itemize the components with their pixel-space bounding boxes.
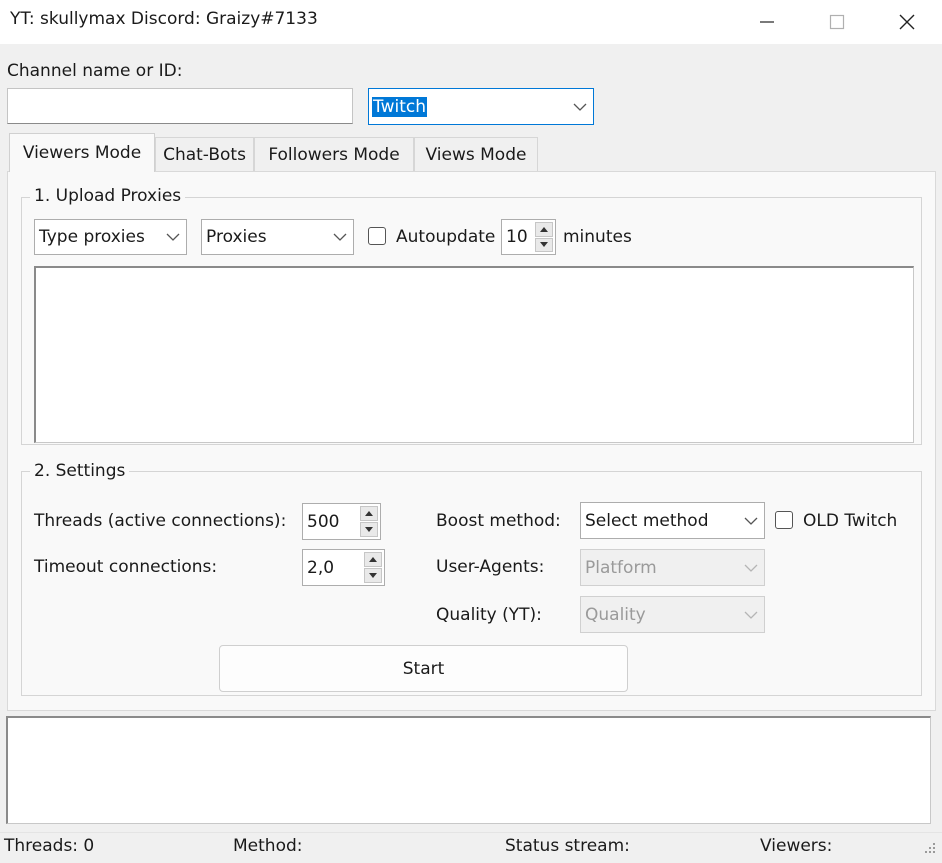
quality-value: Quality (585, 604, 646, 625)
maximize-icon (829, 14, 845, 30)
spin-up-button[interactable] (360, 506, 378, 521)
minimize-icon (760, 21, 774, 23)
user-agents-value: Platform (585, 557, 657, 578)
status-viewers: Viewers: (760, 836, 833, 856)
spin-up-button[interactable] (364, 552, 382, 567)
quality-label: Quality (YT): (436, 605, 542, 625)
timeout-label: Timeout connections: (34, 557, 218, 577)
start-label: Start (402, 658, 445, 679)
spin-down-button[interactable] (360, 522, 378, 537)
interval-value: 10 (506, 227, 528, 247)
tab-viewers-mode[interactable]: Viewers Mode (9, 133, 155, 172)
proxy-source-select[interactable]: Proxies (201, 219, 354, 255)
arrow-up-icon (365, 511, 373, 516)
chevron-down-icon (327, 233, 353, 241)
settings-title: 2. Settings (30, 461, 130, 481)
spin-down-button[interactable] (364, 568, 382, 583)
autoupdate-checkbox[interactable] (368, 227, 386, 245)
arrow-down-icon (365, 527, 373, 532)
tab-views-mode[interactable]: Views Mode (414, 137, 538, 171)
minutes-label: minutes (563, 227, 632, 247)
close-button[interactable] (872, 0, 942, 44)
threads-value: 500 (307, 511, 340, 532)
boost-method-value: Select method (585, 510, 709, 531)
chevron-down-icon (738, 611, 764, 619)
old-twitch-checkbox[interactable] (775, 511, 793, 529)
timeout-value: 2,0 (307, 557, 335, 578)
arrow-up-icon (369, 557, 377, 562)
autoupdate-interval-spinner[interactable]: 10 (501, 219, 556, 255)
tab-label: Followers Mode (268, 144, 400, 165)
arrow-down-icon (369, 573, 377, 578)
spin-down-button[interactable] (535, 237, 553, 252)
proxies-textarea[interactable] (34, 266, 914, 443)
tab-followers-mode[interactable]: Followers Mode (254, 137, 414, 171)
close-icon (899, 14, 915, 30)
window-title: YT: skullymax Discord: Graizy#7133 (10, 9, 318, 29)
channel-label: Channel name or ID: (7, 61, 183, 81)
boost-method-select[interactable]: Select method (580, 502, 765, 539)
start-button[interactable]: Start (219, 645, 628, 692)
chevron-down-icon (738, 517, 764, 525)
tab-chat-bots[interactable]: Chat-Bots (155, 137, 254, 171)
proxy-type-value: Type proxies (39, 227, 145, 247)
proxy-type-select[interactable]: Type proxies (34, 219, 187, 255)
boost-method-label: Boost method: (436, 511, 561, 531)
quality-select[interactable]: Quality (580, 596, 765, 633)
title-bar[interactable]: YT: skullymax Discord: Graizy#7133 (0, 0, 942, 44)
threads-spinner[interactable]: 500 (302, 503, 381, 540)
tab-label: Viewers Mode (22, 143, 142, 163)
status-method: Method: (233, 836, 303, 856)
spin-up-button[interactable] (535, 222, 553, 237)
platform-value: Twitch (372, 96, 427, 117)
user-agents-select[interactable]: Platform (580, 549, 765, 586)
chevron-down-icon (160, 233, 186, 241)
chevron-down-icon (567, 103, 593, 111)
log-textarea[interactable] (6, 716, 931, 824)
channel-input[interactable] (7, 88, 353, 124)
maximize-button[interactable] (802, 0, 872, 44)
user-agents-label: User-Agents: (436, 557, 545, 577)
arrow-down-icon (540, 242, 548, 248)
old-twitch-label: OLD Twitch (803, 511, 898, 531)
upload-proxies-title: 1. Upload Proxies (30, 186, 186, 206)
status-threads: Threads: 0 (4, 836, 95, 856)
chevron-down-icon (738, 564, 764, 572)
timeout-spinner[interactable]: 2,0 (302, 549, 385, 586)
resize-grip-icon[interactable] (918, 838, 938, 858)
proxy-source-value: Proxies (206, 227, 267, 247)
platform-select[interactable]: Twitch (368, 88, 594, 125)
threads-label: Threads (active connections): (34, 511, 287, 531)
tab-label: Views Mode (425, 144, 527, 165)
status-stream: Status stream: (505, 836, 630, 856)
autoupdate-label: Autoupdate (396, 227, 496, 247)
minimize-button[interactable] (732, 0, 802, 44)
tab-label: Chat-Bots (163, 144, 246, 165)
arrow-up-icon (540, 226, 548, 232)
